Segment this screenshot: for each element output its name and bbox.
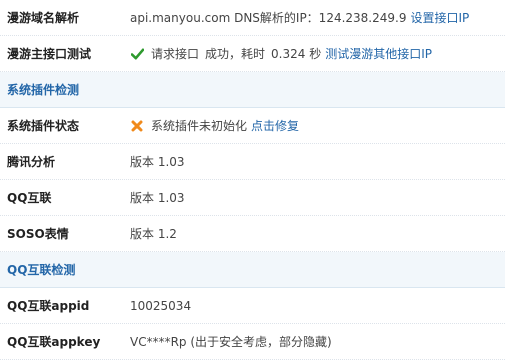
- elapsed-time: 0.324 秒: [271, 47, 322, 61]
- cross-icon: [130, 119, 144, 133]
- section-header-plugins: 系统插件检测: [0, 72, 505, 108]
- request-text: 请求接口: [151, 47, 200, 61]
- row-label: 系统插件状态: [7, 119, 80, 133]
- row-qq-appid: QQ互联appid 10025034: [0, 288, 505, 324]
- section-header-qq-connect: QQ互联检测: [0, 252, 505, 288]
- row-label: 漫游域名解析: [7, 11, 80, 25]
- test-other-ip-link[interactable]: 测试漫游其他接口IP: [325, 45, 432, 62]
- dns-result-text: api.manyou.com DNS解析的IP：124.238.249.9: [130, 11, 407, 25]
- click-to-fix-link[interactable]: 点击修复: [251, 117, 299, 134]
- version-value: 版本 1.2: [130, 227, 177, 241]
- row-label: 腾讯分析: [7, 155, 56, 169]
- row-soso-emoticons: SOSO表情 版本 1.2: [0, 216, 505, 252]
- appkey-value: VC****Rp (出于安全考虑，部分隐藏): [130, 335, 332, 349]
- row-label: 漫游主接口测试: [7, 47, 92, 61]
- row-qq-appkey: QQ互联appkey VC****Rp (出于安全考虑，部分隐藏): [0, 324, 505, 360]
- success-text: 成功，耗时: [205, 47, 266, 61]
- check-icon: [130, 47, 144, 61]
- row-label: QQ互联appkey: [7, 335, 101, 349]
- row-api-test: 漫游主接口测试 请求接口 成功，耗时 0.324 秒 测试漫游其他接口IP: [0, 36, 505, 72]
- row-value: api.manyou.com DNS解析的IP：124.238.249.9 设置…: [130, 9, 469, 26]
- diagnostics-table: 漫游域名解析 api.manyou.com DNS解析的IP：124.238.2…: [0, 0, 505, 360]
- row-plugin-status: 系统插件状态 系统插件未初始化 点击修复: [0, 108, 505, 144]
- row-label: SOSO表情: [7, 227, 69, 241]
- plugin-status-text: 系统插件未初始化: [151, 119, 248, 133]
- section-title: 系统插件检测: [7, 83, 80, 97]
- row-domain-resolution: 漫游域名解析 api.manyou.com DNS解析的IP：124.238.2…: [0, 0, 505, 36]
- set-interface-ip-link[interactable]: 设置接口IP: [410, 9, 469, 26]
- row-qq-connect: QQ互联 版本 1.03: [0, 180, 505, 216]
- row-value: 系统插件未初始化 点击修复: [130, 117, 299, 134]
- row-value: 请求接口 成功，耗时 0.324 秒 测试漫游其他接口IP: [130, 45, 432, 62]
- row-label: QQ互联appid: [7, 299, 90, 313]
- section-title: QQ互联检测: [7, 263, 76, 277]
- version-value: 版本 1.03: [130, 191, 185, 205]
- version-value: 版本 1.03: [130, 155, 185, 169]
- appid-value: 10025034: [130, 298, 192, 313]
- row-label: QQ互联: [7, 191, 52, 205]
- row-tencent-analytics: 腾讯分析 版本 1.03: [0, 144, 505, 180]
